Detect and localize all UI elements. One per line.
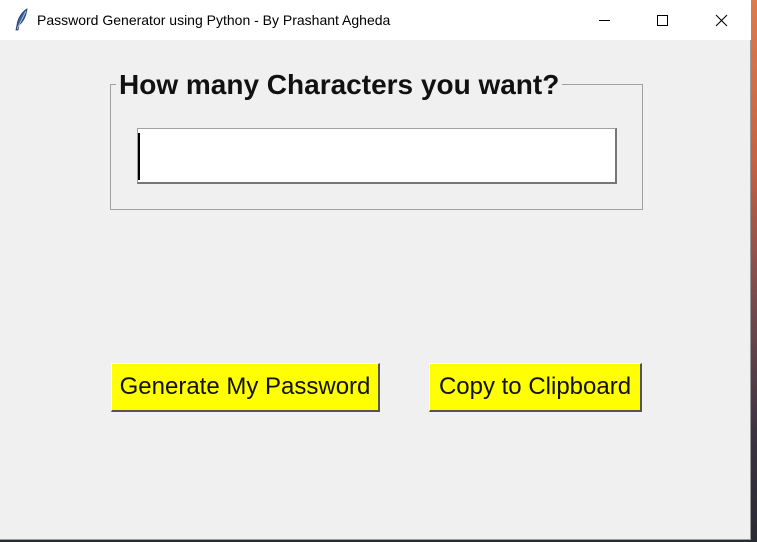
maximize-icon[interactable] (633, 0, 691, 40)
title-bar[interactable]: Password Generator using Python - By Pra… (0, 0, 751, 40)
window-title: Password Generator using Python - By Pra… (37, 12, 391, 28)
text-caret (138, 133, 140, 180)
generate-password-button[interactable]: Generate My Password (111, 363, 380, 412)
close-icon[interactable] (692, 0, 750, 40)
length-input[interactable] (137, 128, 617, 184)
minimize-icon[interactable] (575, 0, 633, 40)
copy-to-clipboard-button[interactable]: Copy to Clipboard (429, 363, 642, 412)
app-window: Password Generator using Python - By Pra… (0, 0, 751, 540)
feather-icon (12, 8, 32, 32)
frame-label: How many Characters you want? (116, 68, 563, 102)
